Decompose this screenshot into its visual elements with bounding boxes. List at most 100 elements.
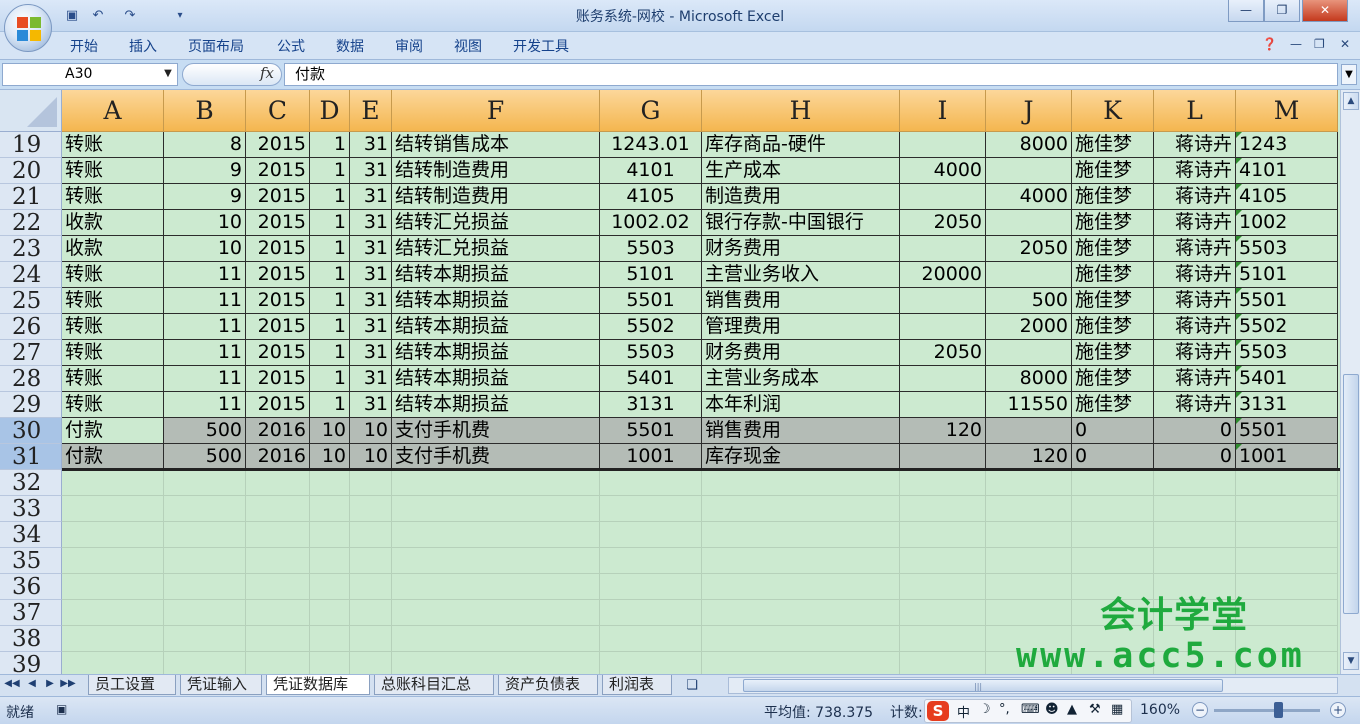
row-header[interactable]: 30 <box>0 418 62 444</box>
cell-j25[interactable]: 500 <box>986 288 1072 314</box>
cell-f27[interactable]: 结转本期损益 <box>392 340 600 366</box>
cell-m34[interactable] <box>1236 522 1338 548</box>
cell-g34[interactable] <box>600 522 702 548</box>
cell-h23[interactable]: 财务费用 <box>702 236 900 262</box>
cell-g27[interactable]: 5503 <box>600 340 702 366</box>
user-icon[interactable]: ☻ <box>1045 702 1059 717</box>
cell-b29[interactable]: 11 <box>164 392 246 418</box>
cell-m24[interactable]: 5101 <box>1236 262 1338 288</box>
cell-m22[interactable]: 1002 <box>1236 210 1338 236</box>
column-header-g[interactable]: G <box>600 90 702 132</box>
row-header[interactable]: 31 <box>0 444 62 470</box>
zoom-slider[interactable] <box>1214 709 1320 712</box>
cell-m32[interactable] <box>1236 470 1338 496</box>
cell-j26[interactable]: 2000 <box>986 314 1072 340</box>
cell-i27[interactable]: 2050 <box>900 340 986 366</box>
cell-l32[interactable] <box>1154 470 1236 496</box>
cell-j20[interactable] <box>986 158 1072 184</box>
cell-f19[interactable]: 结转销售成本 <box>392 132 600 158</box>
cell-d35[interactable] <box>310 548 350 574</box>
shirt-icon[interactable]: ▲ <box>1067 702 1077 717</box>
cell-j28[interactable]: 8000 <box>986 366 1072 392</box>
cell-g19[interactable]: 1243.01 <box>600 132 702 158</box>
cell-c23[interactable]: 2015 <box>246 236 310 262</box>
cell-g23[interactable]: 5503 <box>600 236 702 262</box>
cell-e22[interactable]: 31 <box>350 210 392 236</box>
cell-d30[interactable]: 10 <box>310 418 350 444</box>
cell-i29[interactable] <box>900 392 986 418</box>
sheet-tab[interactable]: 总账科目汇总 <box>374 675 494 695</box>
cell-c27[interactable]: 2015 <box>246 340 310 366</box>
cell-m27[interactable]: 5503 <box>1236 340 1338 366</box>
cell-i37[interactable] <box>900 600 986 626</box>
cell-d20[interactable]: 1 <box>310 158 350 184</box>
cell-a27[interactable]: 转账 <box>62 340 164 366</box>
vertical-scrollbar[interactable]: ▲ ▼ <box>1340 90 1360 674</box>
horizontal-scrollbar[interactable]: ||| <box>728 677 1338 694</box>
cell-d19[interactable]: 1 <box>310 132 350 158</box>
sheet-tab[interactable]: 利润表 <box>602 675 672 695</box>
cell-m31[interactable]: 1001 <box>1236 444 1338 470</box>
column-header-l[interactable]: L <box>1154 90 1236 132</box>
cell-c24[interactable]: 2015 <box>246 262 310 288</box>
zoom-level[interactable]: 160% <box>1140 702 1180 718</box>
cell-e21[interactable]: 31 <box>350 184 392 210</box>
cell-b20[interactable]: 9 <box>164 158 246 184</box>
cell-h26[interactable]: 管理费用 <box>702 314 900 340</box>
sheet-tab[interactable]: 员工设置 <box>88 675 176 695</box>
cell-a37[interactable] <box>62 600 164 626</box>
tab-data[interactable]: 数据 <box>336 36 364 56</box>
cell-g35[interactable] <box>600 548 702 574</box>
tab-home[interactable]: 开始 <box>70 36 98 56</box>
cell-b33[interactable] <box>164 496 246 522</box>
cell-f36[interactable] <box>392 574 600 600</box>
cell-g37[interactable] <box>600 600 702 626</box>
cell-a34[interactable] <box>62 522 164 548</box>
row-header[interactable]: 37 <box>0 600 62 626</box>
cell-k20[interactable]: 施佳梦 <box>1072 158 1154 184</box>
cell-h33[interactable] <box>702 496 900 522</box>
cell-g33[interactable] <box>600 496 702 522</box>
scroll-up-icon[interactable]: ▲ <box>1343 92 1359 110</box>
cell-e29[interactable]: 31 <box>350 392 392 418</box>
cell-k27[interactable]: 施佳梦 <box>1072 340 1154 366</box>
cell-g28[interactable]: 5401 <box>600 366 702 392</box>
ime-toolbar[interactable]: S 中 ☽ °, ⌨ ☻ ▲ ⚒ ▦ <box>924 699 1132 723</box>
cell-l29[interactable]: 蒋诗卉 <box>1154 392 1236 418</box>
cell-h28[interactable]: 主营业务成本 <box>702 366 900 392</box>
cell-j24[interactable] <box>986 262 1072 288</box>
cell-b34[interactable] <box>164 522 246 548</box>
cell-k34[interactable] <box>1072 522 1154 548</box>
cell-c21[interactable]: 2015 <box>246 184 310 210</box>
cell-f25[interactable]: 结转本期损益 <box>392 288 600 314</box>
cell-h29[interactable]: 本年利润 <box>702 392 900 418</box>
cell-k21[interactable]: 施佳梦 <box>1072 184 1154 210</box>
cell-c31[interactable]: 2016 <box>246 444 310 470</box>
cell-c20[interactable]: 2015 <box>246 158 310 184</box>
cell-h37[interactable] <box>702 600 900 626</box>
cell-k19[interactable]: 施佳梦 <box>1072 132 1154 158</box>
cell-a38[interactable] <box>62 626 164 652</box>
cell-c38[interactable] <box>246 626 310 652</box>
cell-d23[interactable]: 1 <box>310 236 350 262</box>
first-sheet-icon[interactable]: ◀◀ <box>4 678 20 689</box>
cell-h35[interactable] <box>702 548 900 574</box>
cell-j29[interactable]: 11550 <box>986 392 1072 418</box>
row-header[interactable]: 23 <box>0 236 62 262</box>
tab-insert[interactable]: 插入 <box>129 36 157 56</box>
cell-c19[interactable]: 2015 <box>246 132 310 158</box>
office-button[interactable] <box>4 4 52 52</box>
cell-h32[interactable] <box>702 470 900 496</box>
cell-h30[interactable]: 销售费用 <box>702 418 900 444</box>
cell-f24[interactable]: 结转本期损益 <box>392 262 600 288</box>
cell-k31[interactable]: 0 <box>1072 444 1154 470</box>
grid-icon[interactable]: ▦ <box>1111 702 1123 717</box>
name-box[interactable]: A30 <box>2 63 178 86</box>
cell-l35[interactable] <box>1154 548 1236 574</box>
cell-i26[interactable] <box>900 314 986 340</box>
cell-k23[interactable]: 施佳梦 <box>1072 236 1154 262</box>
wrench-icon[interactable]: ⚒ <box>1089 702 1101 717</box>
cell-a22[interactable]: 收款 <box>62 210 164 236</box>
row-header[interactable]: 25 <box>0 288 62 314</box>
cell-b23[interactable]: 10 <box>164 236 246 262</box>
